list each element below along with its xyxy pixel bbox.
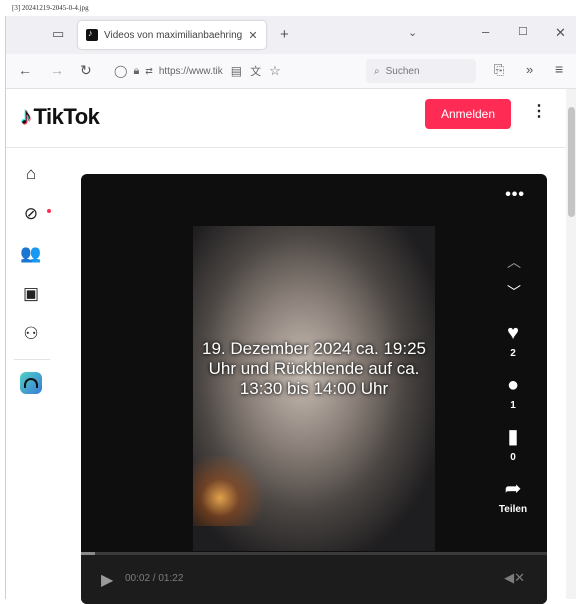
image-caption: [3] 20241219-2045-0-4.jpg (12, 4, 89, 12)
close-tab-icon[interactable]: ✕ (246, 29, 260, 42)
tiktok-page: ♪ TikTok Anmelden ⋮ ⌂ ⊘ 👥 ▣ ⚇ 19. Dezemb… (6, 89, 566, 604)
maximize-icon[interactable]: ☐ (518, 25, 528, 38)
page-scrollbar[interactable] (566, 89, 576, 599)
search-input[interactable]: ⌕ Suchen (366, 59, 476, 83)
menu-icon[interactable]: ≡ (555, 61, 563, 77)
tiktok-logo[interactable]: ♪ TikTok (20, 103, 100, 131)
bookmark-icon: ▮ (507, 426, 519, 448)
close-window-icon[interactable]: ✕ (555, 25, 566, 41)
overflow-icon[interactable]: » (526, 62, 533, 77)
url-text: https://www.tik (158, 65, 223, 77)
forward-icon[interactable]: → (50, 62, 64, 78)
home-icon[interactable]: ⌂ (16, 159, 46, 189)
video-player[interactable]: 19. Dezember 2024 ca. 19:25 Uhr und Rück… (81, 174, 547, 604)
logo-text: TikTok (33, 104, 100, 129)
header-divider (6, 147, 566, 148)
tiktok-note-icon: ♪ (20, 103, 32, 130)
minimize-icon[interactable]: – (482, 24, 489, 39)
extensions-icon[interactable]: ⎘ (494, 62, 504, 78)
shield-icon: ◯ (114, 64, 128, 78)
translate-icon[interactable]: 文 (250, 63, 261, 79)
following-icon[interactable]: 👥 (16, 239, 46, 269)
tiktok-live-icon[interactable] (20, 372, 42, 394)
tab-list-icon[interactable]: ▭ (52, 26, 64, 42)
profile-icon[interactable]: ⚇ (16, 319, 46, 349)
explore-icon[interactable]: ⊘ (16, 199, 46, 229)
mute-icon[interactable]: ◀✕ (504, 570, 525, 586)
lock-icon: 🔒︎ (133, 64, 140, 77)
video-controls: ▶ 00:02 / 01:22 ◀✕ (81, 552, 547, 604)
like-button[interactable]: ♥ 2 (493, 322, 533, 359)
live-video-icon[interactable]: ▣ (16, 279, 46, 309)
browser-window: ▭ Videos von maximilianbaehring ✕ + ⌄ – … (5, 16, 576, 604)
heart-icon: ♥ (507, 322, 519, 344)
chevron-down-icon[interactable]: ﹀ (507, 282, 521, 302)
sidebar: ⌂ ⊘ 👥 ▣ ⚇ (14, 159, 56, 394)
share-label: Teilen (498, 504, 528, 515)
navigation-bar: ← → ↻ ◯ 🔒︎ ⇄ https://www.tik ▤ 文 ☆ ⌕ Suc… (6, 54, 576, 89)
save-button[interactable]: ▮ 0 (493, 426, 533, 463)
reader-view-icon[interactable]: ▤ (231, 64, 242, 78)
search-placeholder: Suchen (385, 65, 420, 77)
notification-dot (47, 209, 51, 213)
play-icon[interactable]: ▶ (101, 570, 113, 590)
tab-tiktok[interactable]: Videos von maximilianbaehring ✕ (78, 21, 266, 49)
new-tab-button[interactable]: + (280, 26, 289, 43)
tab-title: Videos von maximilianbaehring (104, 29, 243, 41)
video-overlay-text: 19. Dezember 2024 ca. 19:25 Uhr und Rück… (202, 339, 426, 398)
light-flare (193, 456, 283, 526)
progress-bar[interactable] (81, 552, 547, 555)
like-count: 2 (510, 348, 516, 359)
bookmark-star-icon[interactable]: ☆ (269, 63, 281, 79)
permissions-icon: ⇄ (145, 65, 153, 76)
chevron-up-icon[interactable]: ︿ (507, 252, 521, 272)
comment-button[interactable]: ● 1 (493, 374, 533, 411)
url-bar[interactable]: ◯ 🔒︎ ⇄ https://www.tik ▤ 文 ☆ (106, 59, 354, 83)
tab-bar: ▭ Videos von maximilianbaehring ✕ + ⌄ – … (6, 16, 576, 54)
search-icon: ⌕ (374, 65, 380, 77)
scrollbar-thumb[interactable] (568, 107, 575, 217)
tiktok-favicon-icon (86, 28, 98, 41)
list-all-tabs-icon[interactable]: ⌄ (408, 26, 417, 39)
sidebar-divider (14, 359, 50, 360)
back-icon[interactable]: ← (18, 62, 32, 78)
comment-count: 1 (510, 400, 516, 411)
save-count: 0 (510, 452, 516, 463)
share-button[interactable]: ➦ Teilen (493, 478, 533, 515)
progress-fill (81, 552, 95, 555)
comment-icon: ● (506, 374, 520, 396)
more-options-icon[interactable]: ⋮ (531, 101, 547, 121)
login-button[interactable]: Anmelden (425, 99, 511, 129)
share-arrow-icon: ➦ (504, 478, 522, 500)
video-time: 00:02 / 01:22 (125, 573, 184, 584)
video-more-icon[interactable]: ••• (505, 186, 525, 204)
reload-icon[interactable]: ↻ (80, 62, 92, 79)
